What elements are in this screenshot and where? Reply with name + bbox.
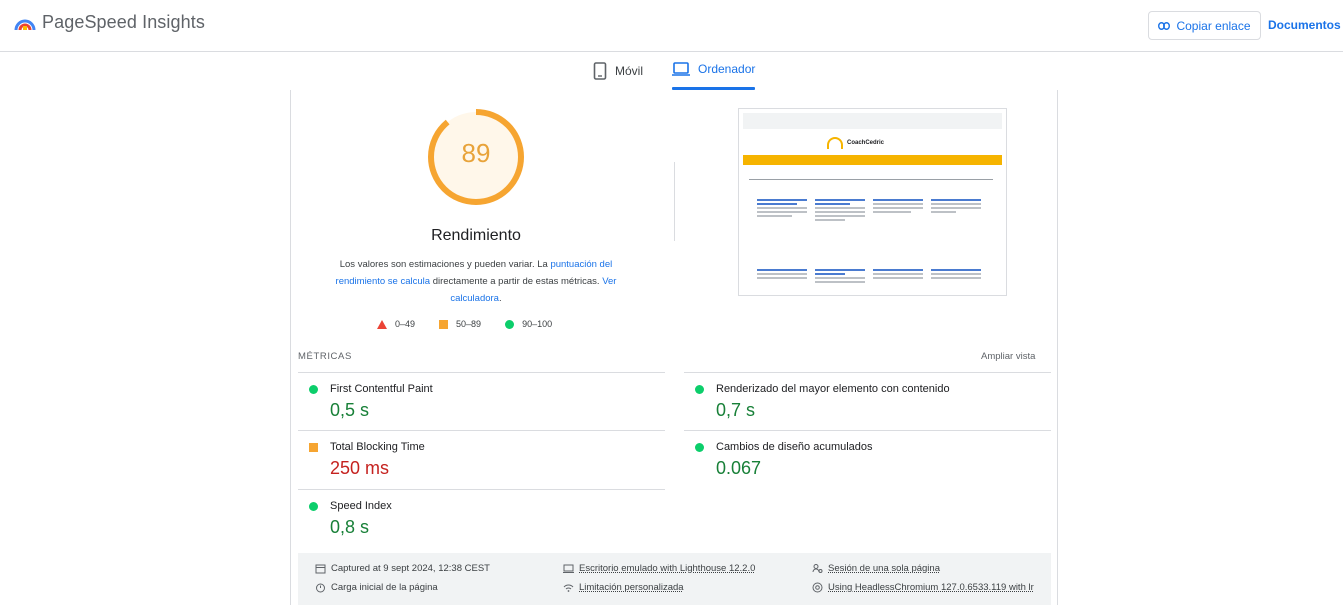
metric-name: First Contentful Paint xyxy=(330,383,433,395)
timer-icon xyxy=(316,583,325,593)
throttling-info[interactable]: Limitación personalizada xyxy=(563,582,684,593)
thumb-site-header: CoachCedric xyxy=(827,137,884,149)
legend-poor: 0–49 xyxy=(377,319,415,329)
tab-desktop-label: Ordenador xyxy=(698,62,756,76)
laptop-icon xyxy=(672,62,690,76)
metric-value: 0,7 s xyxy=(716,400,756,420)
docs-link[interactable]: Documentos xyxy=(1268,18,1341,32)
thumb-divider xyxy=(749,179,993,180)
thumb-top-bar xyxy=(743,113,1002,129)
link-icon xyxy=(1158,21,1171,30)
triangle-icon xyxy=(377,319,387,329)
pagespeed-logo-icon xyxy=(14,19,36,30)
device-tabs: Móvil Ordenador xyxy=(0,52,1343,90)
legend-good: 90–100 xyxy=(505,319,552,329)
metric-cls: Cambios de diseño acumulados 0.067 xyxy=(684,430,1051,489)
legend-good-range: 90–100 xyxy=(522,319,553,329)
metrics-heading: MÉTRICAS xyxy=(298,351,352,362)
desktop-icon xyxy=(563,564,574,573)
throttling-text: Limitación personalizada xyxy=(579,582,684,593)
tab-desktop[interactable]: Ordenador xyxy=(672,62,755,76)
copy-link-button[interactable]: Copiar enlace xyxy=(1148,11,1261,40)
thumb-site-name: CoachCedric xyxy=(847,140,885,146)
desc-text-2: directamente a partir de estas métricas. xyxy=(430,276,603,287)
wifi-icon xyxy=(563,584,574,592)
desc-text-3: . xyxy=(498,293,502,304)
good-circle-icon xyxy=(309,502,318,511)
legend-average: 50–89 xyxy=(439,319,481,329)
session-text: Sesión de una sola página xyxy=(828,563,940,574)
load-text: Carga inicial de la página xyxy=(331,582,438,593)
emulated-info[interactable]: Escritorio emulado with Lighthouse 12.2.… xyxy=(563,563,755,574)
captured-text: Captured at 9 sept 2024, 12:38 CEST xyxy=(331,563,490,574)
thumb-post xyxy=(757,269,807,281)
performance-title: Rendimiento xyxy=(431,227,521,244)
good-circle-icon xyxy=(695,443,704,452)
thumb-post xyxy=(931,199,981,215)
vertical-divider xyxy=(674,162,675,241)
emulated-text: Escritorio emulado with Lighthouse 12.2.… xyxy=(579,563,756,574)
good-circle-icon xyxy=(309,385,318,394)
metric-name: Cambios de diseño acumulados xyxy=(716,441,873,453)
thumb-post xyxy=(815,199,865,223)
thumb-post xyxy=(931,269,981,281)
runtime-settings: Captured at 9 sept 2024, 12:38 CEST Carg… xyxy=(298,553,1051,605)
good-circle-icon xyxy=(695,385,704,394)
metric-value: 0.067 xyxy=(716,458,762,478)
user-icon xyxy=(812,564,823,573)
square-icon xyxy=(439,319,449,329)
expand-view-toggle[interactable]: Ampliar vista xyxy=(981,351,1035,362)
performance-score: 89 xyxy=(461,138,491,168)
tab-mobile[interactable]: Móvil xyxy=(593,62,643,80)
circle-icon xyxy=(505,319,515,329)
metric-value: 250 ms xyxy=(330,458,390,478)
metric-value: 0,5 s xyxy=(330,400,370,420)
metric-name: Speed Index xyxy=(330,500,392,512)
average-square-icon xyxy=(309,443,318,452)
phone-icon xyxy=(593,62,607,80)
thumb-post xyxy=(873,269,923,281)
tab-mobile-label: Móvil xyxy=(615,64,644,78)
app-title: PageSpeed Insights xyxy=(42,12,205,32)
legend-poor-range: 0–49 xyxy=(395,319,416,329)
page-screenshot: CoachCedric xyxy=(738,108,1007,296)
legend-average-range: 50–89 xyxy=(456,319,482,329)
brand[interactable]: PageSpeed Insights xyxy=(14,12,205,33)
metric-name: Renderizado del mayor elemento con conte… xyxy=(716,383,950,395)
metric-name: Total Blocking Time xyxy=(330,441,425,453)
top-bar: PageSpeed Insights Copiar enlace Documen… xyxy=(0,0,1343,52)
metric-value: 0,8 s xyxy=(330,517,370,537)
browser-info[interactable]: Using HeadlessChromium 127.0.6533.119 wi… xyxy=(812,582,1034,593)
captured-info: Captured at 9 sept 2024, 12:38 CEST xyxy=(315,563,490,574)
load-info: Carga inicial de la página xyxy=(315,582,438,593)
desc-text: Los valores son estimaciones y pueden va… xyxy=(339,259,551,270)
metric-lcp: Renderizado del mayor elemento con conte… xyxy=(684,372,1051,430)
report-panel: 89 Rendimiento Los valores son estimacio… xyxy=(290,90,1058,605)
site-logo-icon xyxy=(827,137,843,149)
thumb-post xyxy=(873,199,923,215)
thumb-nav-bar xyxy=(743,155,1002,165)
score-legend: 0–49 50–89 90–100 xyxy=(377,319,552,329)
calendar-icon xyxy=(315,564,326,574)
performance-description: Los valores son estimaciones y pueden va… xyxy=(329,256,623,307)
metric-speed-index: Speed Index 0,8 s xyxy=(298,489,665,547)
browser-text: Using HeadlessChromium 127.0.6533.119 wi… xyxy=(828,582,1034,593)
chrome-icon xyxy=(812,582,823,593)
thumb-post xyxy=(815,269,865,285)
thumb-post xyxy=(757,199,807,219)
metric-tbt: Total Blocking Time 250 ms xyxy=(298,430,665,489)
copy-link-label: Copiar enlace xyxy=(1176,18,1251,33)
session-info[interactable]: Sesión de una sola página xyxy=(812,563,940,574)
metric-fcp: First Contentful Paint 0,5 s xyxy=(298,372,665,430)
